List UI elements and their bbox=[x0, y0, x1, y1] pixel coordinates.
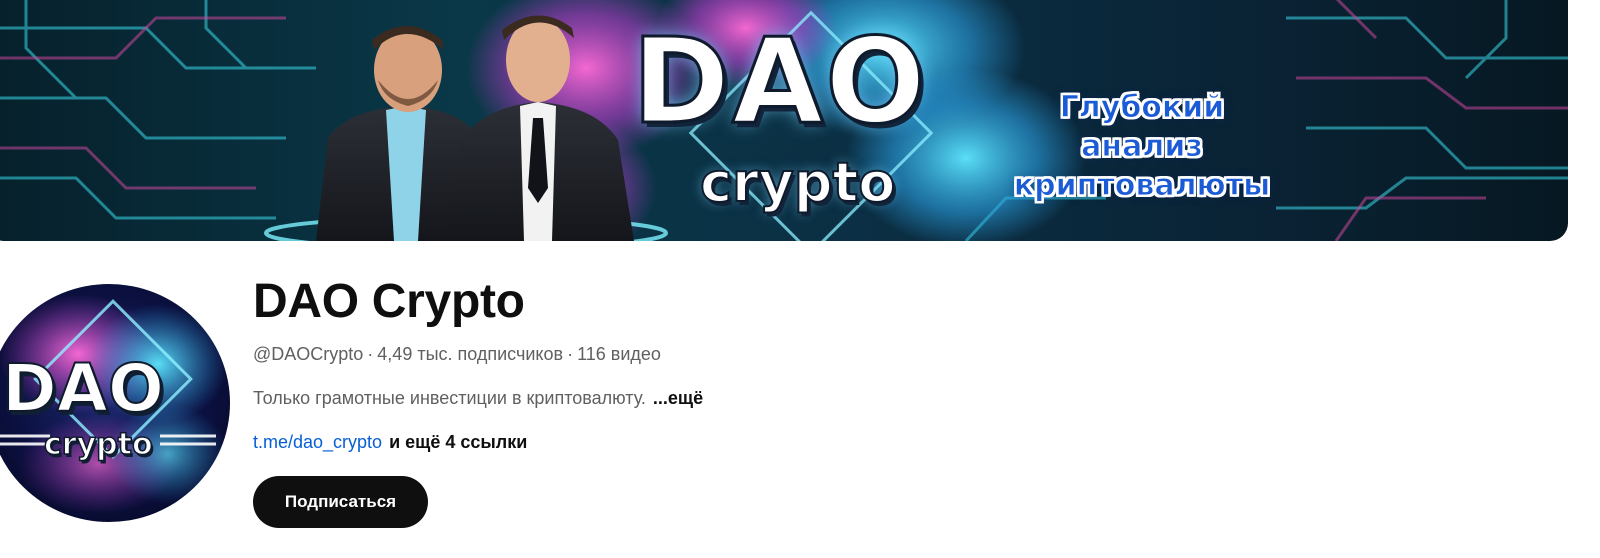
more-links-button[interactable]: и ещё 4 ссылки bbox=[389, 432, 527, 452]
channel-avatar[interactable]: DAO crypto bbox=[0, 284, 230, 522]
avatar-logo-dao: DAO bbox=[1, 350, 165, 427]
avatar-logo-crypto: crypto bbox=[43, 427, 153, 462]
banner-logo-crypto: crypto bbox=[699, 151, 896, 214]
meta-separator: · bbox=[367, 344, 374, 364]
video-count: 116 видео bbox=[577, 344, 661, 364]
channel-page: DAO crypto Глубокий анализ криптовалюты bbox=[0, 0, 1600, 558]
channel-banner: DAO crypto Глубокий анализ криптовалюты bbox=[0, 0, 1568, 241]
channel-handle: @DAOCrypto bbox=[253, 344, 364, 364]
subscribe-button[interactable]: Подписаться bbox=[253, 476, 428, 528]
description-text: Только грамотные инвестиции в криптовалю… bbox=[253, 388, 646, 408]
banner-tagline-line-3: криптовалюты bbox=[1013, 168, 1271, 204]
channel-description[interactable]: Только грамотные инвестиции в криптовалю… bbox=[253, 386, 703, 410]
banner-logo-dao: DAO bbox=[631, 12, 928, 150]
channel-meta: @DAOCrypto · 4,49 тыс. подписчиков · 116 вид… bbox=[253, 342, 661, 366]
description-more-button[interactable]: ...ещё bbox=[653, 388, 703, 408]
telegram-link[interactable]: t.me/dao_crypto bbox=[253, 432, 382, 452]
banner-tagline-line-2: анализ bbox=[1081, 129, 1204, 165]
channel-links: t.me/dao_crypto и ещё 4 ссылки bbox=[253, 430, 527, 454]
meta-separator: · bbox=[567, 344, 574, 364]
banner-tagline-line-1: Глубокий bbox=[1059, 90, 1225, 126]
subscriber-count: 4,49 тыс. подписчиков bbox=[377, 344, 564, 364]
channel-title: DAO Crypto bbox=[253, 275, 525, 328]
banner-tagline: Глубокий анализ криптовалюты bbox=[1000, 88, 1284, 205]
